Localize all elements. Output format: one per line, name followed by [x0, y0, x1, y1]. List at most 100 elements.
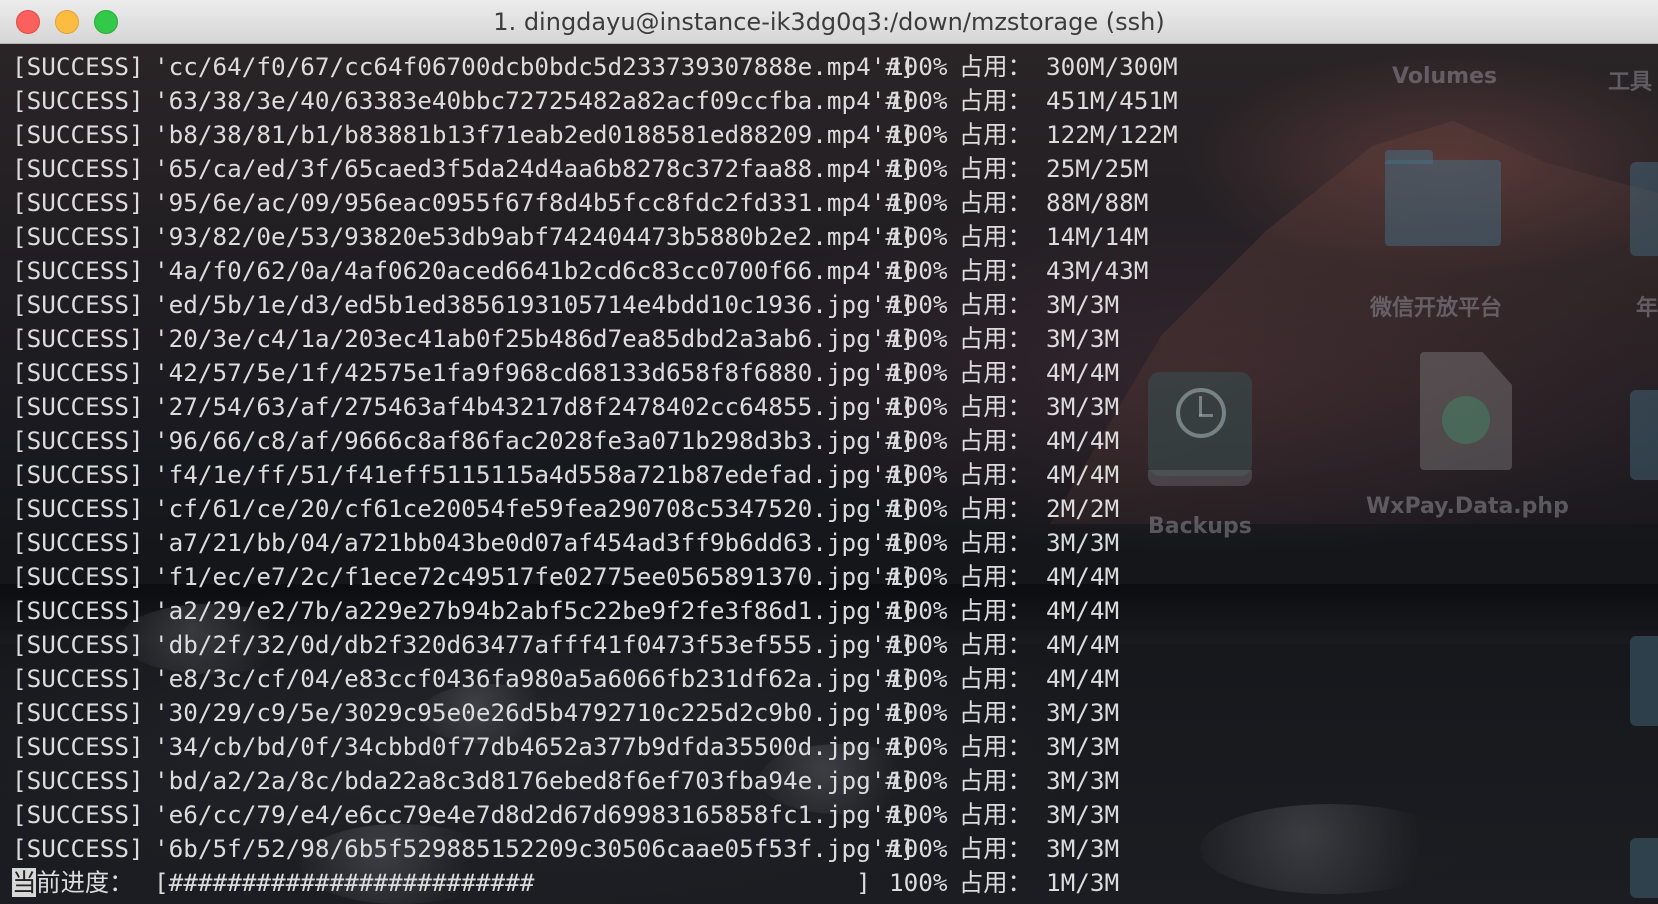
file-path: 'cf/61/ce/20/cf61ce20054fe59fea290708c53… — [154, 494, 915, 523]
file-path: 'cc/64/f0/67/cc64f06700dcb0bdc5d23373930… — [154, 52, 915, 81]
terminal-line: [SUCCESS] 'f4/1e/ff/51/f41eff5115115a4d55… — [12, 458, 1658, 492]
progress-label-text: 前进度： — [36, 868, 134, 897]
percent-value: 100% — [889, 392, 948, 421]
usage-label: 占用： — [959, 596, 1032, 625]
size-value: 122M/122M — [1046, 120, 1178, 149]
usage-label: 占用： — [959, 800, 1032, 829]
status-text: [SUCCESS] — [12, 494, 144, 523]
file-path: '63/38/3e/40/63383e40bbc72725482a82acf09… — [154, 86, 915, 115]
usage-label: 占用： — [959, 630, 1032, 659]
status-text: [SUCCESS] — [12, 290, 144, 319]
size-value: 14M/14M — [1046, 222, 1149, 251]
percent-value: 100% — [889, 460, 948, 489]
status-text: [SUCCESS] — [12, 766, 144, 795]
size-value: 4M/4M — [1046, 630, 1120, 659]
terminal-line: [SUCCESS] 'a7/21/bb/04/a721bb043be0d07af4… — [12, 526, 1658, 560]
status-text: [SUCCESS] — [12, 52, 144, 81]
usage-label: 占用： — [959, 834, 1032, 863]
status-text: [SUCCESS] — [12, 426, 144, 455]
status-text: [SUCCESS] — [12, 120, 144, 149]
percent-value: 100% — [889, 664, 948, 693]
title-bar[interactable]: 1. dingdayu@instance-ik3dg0q3:/down/mzst… — [0, 0, 1658, 44]
status-text: [SUCCESS] — [12, 834, 144, 863]
percent-value: 100% — [889, 868, 948, 897]
terminal-line: [SUCCESS] '96/66/c8/af/9666c8af86fac2028f… — [12, 424, 1658, 458]
percent-value: 100% — [889, 834, 948, 863]
file-path: 'f1/ec/e7/2c/f1ece72c49517fe02775ee05658… — [154, 562, 915, 591]
file-path: '96/66/c8/af/9666c8af86fac2028fe3a071b29… — [154, 426, 915, 455]
size-value: 4M/4M — [1046, 426, 1120, 455]
status-text: [SUCCESS] — [12, 324, 144, 353]
size-value: 4M/4M — [1046, 460, 1120, 489]
status-text: [SUCCESS] — [12, 86, 144, 115]
file-path: '27/54/63/af/275463af4b43217d8f2478402cc… — [154, 392, 915, 421]
size-value: 1M/3M — [1046, 868, 1120, 897]
size-value: 3M/3M — [1046, 528, 1120, 557]
file-path: 'e8/3c/cf/04/e83ccf0436fa980a5a6066fb231… — [154, 664, 915, 693]
terminal-cursor: 当 — [12, 868, 37, 897]
usage-label: 占用： — [959, 392, 1032, 421]
percent-value: 100% — [889, 562, 948, 591]
file-path: '93/82/0e/53/93820e53db9abf742404473b588… — [154, 222, 915, 251]
usage-label: 占用： — [959, 256, 1032, 285]
percent-value: 100% — [889, 596, 948, 625]
file-path: '95/6e/ac/09/956eac0955f67f8d4b5fcc8fdc2… — [154, 188, 915, 217]
usage-label: 占用： — [959, 290, 1032, 319]
terminal-line: [SUCCESS] '95/6e/ac/09/956eac0955f67f8d4b… — [12, 186, 1658, 220]
status-text: [SUCCESS] — [12, 392, 144, 421]
percent-value: 100% — [889, 698, 948, 727]
usage-label: 占用： — [959, 698, 1032, 727]
percent-value: 100% — [889, 766, 948, 795]
status-text: [SUCCESS] — [12, 732, 144, 761]
percent-value: 100% — [889, 290, 948, 319]
percent-value: 100% — [889, 256, 948, 285]
file-path: 'bd/a2/2a/8c/bda22a8c3d8176ebed8f6ef703f… — [154, 766, 915, 795]
size-value: 2M/2M — [1046, 494, 1120, 523]
size-value: 88M/88M — [1046, 188, 1149, 217]
usage-label: 占用： — [959, 528, 1032, 557]
terminal-output[interactable]: [SUCCESS] 'cc/64/f0/67/cc64f06700dcb0bdc5… — [0, 44, 1658, 904]
usage-label: 占用： — [959, 664, 1032, 693]
file-path: 'db/2f/32/0d/db2f320d63477afff41f0473f53… — [154, 630, 915, 659]
usage-label: 占用： — [959, 766, 1032, 795]
terminal-line: [SUCCESS] 'cc/64/f0/67/cc64f06700dcb0bdc5… — [12, 50, 1658, 84]
size-value: 3M/3M — [1046, 766, 1120, 795]
size-value: 3M/3M — [1046, 698, 1120, 727]
usage-label: 占用： — [959, 324, 1032, 353]
status-text: [SUCCESS] — [12, 630, 144, 659]
file-path: '4a/f0/62/0a/4af0620aced6641b2cd6c83cc07… — [154, 256, 915, 285]
size-value: 25M/25M — [1046, 154, 1149, 183]
percent-value: 100% — [889, 86, 948, 115]
usage-label: 占用： — [959, 426, 1032, 455]
status-text: [SUCCESS] — [12, 664, 144, 693]
file-path: '65/ca/ed/3f/65caed3f5da24d4aa6b8278c372… — [154, 154, 915, 183]
progress-label: 当前进度： — [12, 866, 154, 900]
terminal-line: [SUCCESS] '34/cb/bd/0f/34cbbd0f77db4652a3… — [12, 730, 1658, 764]
size-value: 4M/4M — [1046, 358, 1120, 387]
size-value: 3M/3M — [1046, 290, 1120, 319]
status-text: [SUCCESS] — [12, 358, 144, 387]
file-path: '34/cb/bd/0f/34cbbd0f77db4652a377b9dfda3… — [154, 732, 915, 761]
terminal-line: [SUCCESS] 'cf/61/ce/20/cf61ce20054fe59fea… — [12, 492, 1658, 526]
percent-value: 100% — [889, 494, 948, 523]
usage-label: 占用： — [959, 154, 1032, 183]
percent-value: 100% — [889, 188, 948, 217]
file-path: '20/3e/c4/1a/203ec41ab0f25b486d7ea85dbd2… — [154, 324, 915, 353]
terminal-line: [SUCCESS] 'e6/cc/79/e4/e6cc79e4e7d8d2d67d… — [12, 798, 1658, 832]
progress-bar: [######################### ] — [154, 868, 871, 897]
percent-value: 100% — [889, 324, 948, 353]
status-text: [SUCCESS] — [12, 222, 144, 251]
percent-value: 100% — [889, 358, 948, 387]
terminal-line: [SUCCESS] '27/54/63/af/275463af4b43217d8f… — [12, 390, 1658, 424]
status-text: [SUCCESS] — [12, 460, 144, 489]
file-path: '30/29/c9/5e/3029c95e0e26d5b4792710c225d… — [154, 698, 915, 727]
size-value: 3M/3M — [1046, 732, 1120, 761]
usage-label: 占用： — [959, 868, 1032, 897]
status-text: [SUCCESS] — [12, 596, 144, 625]
progress-line: 当前进度： [######################### ] 100% 占用：… — [12, 866, 1658, 900]
file-path: 'a2/29/e2/7b/a229e27b94b2abf5c22be9f2fe3… — [154, 596, 915, 625]
terminal-line: [SUCCESS] 'b8/38/81/b1/b83881b13f71eab2ed… — [12, 118, 1658, 152]
percent-value: 100% — [889, 52, 948, 81]
usage-label: 占用： — [959, 188, 1032, 217]
terminal-line: [SUCCESS] '65/ca/ed/3f/65caed3f5da24d4aa6… — [12, 152, 1658, 186]
